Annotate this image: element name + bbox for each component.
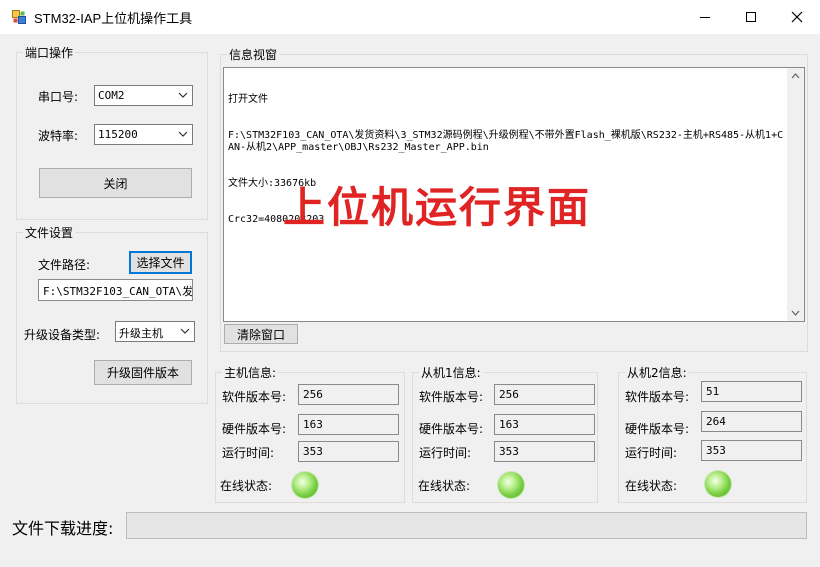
client-area: 端口操作 串口号: COM2 波特率: 115200 关闭 文件设置 文件路径:…	[0, 34, 820, 567]
scroll-down-icon[interactable]	[791, 310, 800, 316]
info-group-title: 信息视窗	[229, 48, 278, 62]
upgrade-firmware-button[interactable]: 升级固件版本	[94, 360, 192, 385]
host-online-indicator	[292, 472, 318, 498]
scroll-up-icon[interactable]	[791, 73, 800, 79]
host-sw-version-field[interactable]: 256	[298, 384, 399, 405]
log-scrollbar[interactable]	[787, 68, 804, 321]
chevron-down-icon	[180, 326, 190, 339]
file-path-label: 文件路径:	[38, 258, 91, 272]
baud-rate-select[interactable]: 115200	[94, 124, 193, 145]
host-info-title: 主机信息:	[224, 366, 277, 380]
choose-file-button[interactable]: 选择文件	[129, 251, 192, 274]
slave2-online-indicator	[705, 471, 731, 497]
slave2-sw-version-field[interactable]: 51	[701, 381, 802, 402]
serial-port-value: COM2	[98, 89, 125, 102]
log-line: 打开文件	[228, 94, 268, 105]
host-runtime-label: 运行时间:	[222, 446, 275, 460]
slave1-sw-version-field[interactable]: 256	[494, 384, 595, 405]
slave1-online-status-label: 在线状态:	[418, 479, 471, 493]
device-type-label: 升级设备类型:	[24, 328, 101, 342]
host-sw-version-label: 软件版本号:	[222, 390, 287, 404]
download-progress-bar	[126, 512, 807, 539]
slave2-online-status-label: 在线状态:	[625, 479, 678, 493]
port-group-title: 端口操作	[25, 46, 74, 60]
slave2-info-title: 从机2信息:	[627, 366, 687, 380]
port-toggle-button[interactable]: 关闭	[39, 168, 192, 198]
close-icon	[791, 11, 803, 23]
slave2-hw-version-field[interactable]: 264	[701, 411, 802, 432]
device-type-value: 升级主机	[119, 327, 163, 340]
slave1-runtime-label: 运行时间:	[419, 446, 472, 460]
file-group-title: 文件设置	[25, 226, 74, 240]
maximize-icon	[746, 12, 756, 22]
host-online-status-label: 在线状态:	[220, 479, 273, 493]
maximize-button[interactable]	[728, 0, 774, 34]
window-title: STM32-IAP上位机操作工具	[34, 11, 193, 26]
slave1-runtime-field[interactable]: 353	[494, 441, 595, 462]
app-icon	[12, 10, 26, 24]
slave2-hw-version-label: 硬件版本号:	[625, 422, 690, 436]
host-hw-version-label: 硬件版本号:	[222, 422, 287, 436]
host-runtime-field[interactable]: 353	[298, 441, 399, 462]
slave2-runtime-label: 运行时间:	[625, 446, 678, 460]
slave1-sw-version-label: 软件版本号:	[419, 390, 484, 404]
overlay-caption: 上位机运行界面	[283, 183, 592, 232]
log-line: F:\STM32F103_CAN_OTA\发货资料\3_STM32源码例程\升级…	[228, 130, 784, 153]
chevron-down-icon	[178, 129, 188, 142]
title-bar[interactable]: STM32-IAP上位机操作工具	[0, 0, 820, 34]
download-progress-label: 文件下载进度:	[12, 519, 114, 538]
serial-port-select[interactable]: COM2	[94, 85, 193, 106]
host-hw-version-field[interactable]: 163	[298, 414, 399, 435]
close-button[interactable]	[774, 0, 820, 34]
file-path-field[interactable]: F:\STM32F103_CAN_OTA\发货	[38, 279, 193, 301]
baud-rate-value: 115200	[98, 128, 138, 141]
device-type-select[interactable]: 升级主机	[115, 321, 195, 342]
slave2-runtime-field[interactable]: 353	[701, 440, 802, 461]
baud-rate-label: 波特率:	[38, 129, 79, 143]
slave1-hw-version-label: 硬件版本号:	[419, 422, 484, 436]
serial-port-label: 串口号:	[38, 90, 79, 104]
chevron-down-icon	[178, 90, 188, 103]
clear-window-button[interactable]: 清除窗口	[224, 324, 298, 344]
slave1-info-title: 从机1信息:	[421, 366, 481, 380]
slave1-hw-version-field[interactable]: 163	[494, 414, 595, 435]
minimize-button[interactable]	[682, 0, 728, 34]
slave1-online-indicator	[498, 472, 524, 498]
minimize-icon	[700, 17, 710, 18]
slave2-sw-version-label: 软件版本号:	[625, 390, 690, 404]
